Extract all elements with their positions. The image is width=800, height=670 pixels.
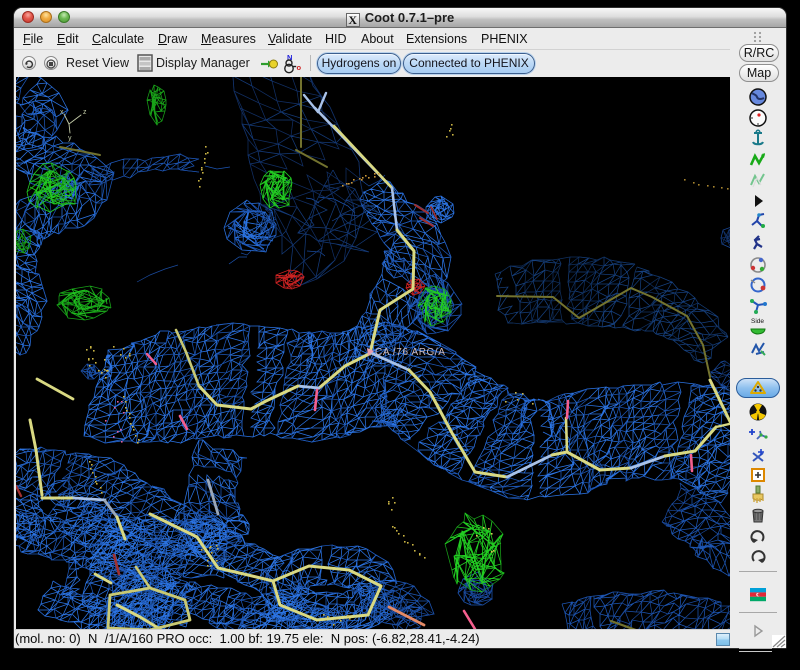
svg-text:z: z <box>83 109 87 116</box>
svg-text:Side: Side <box>751 318 764 325</box>
svg-text:o: o <box>297 63 302 72</box>
svg-text:y: y <box>68 135 72 142</box>
svg-text:x: x <box>60 109 64 116</box>
svg-text:CA /76 ARG/A: CA /76 ARG/A <box>375 347 446 358</box>
